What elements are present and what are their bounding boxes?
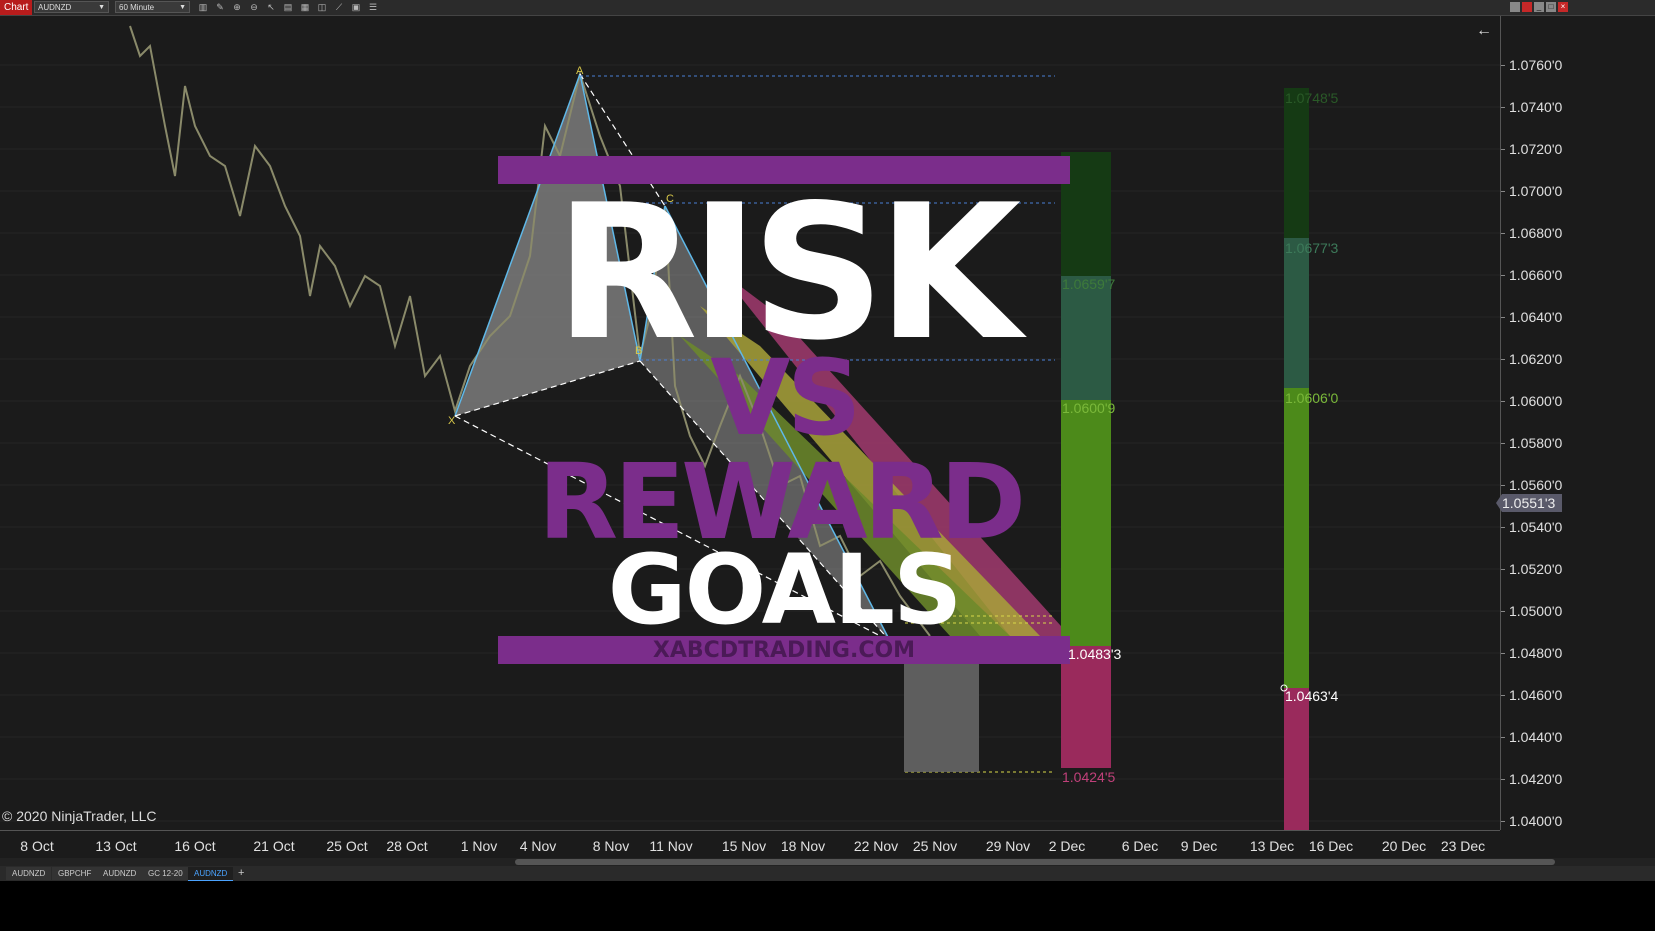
price-tick: 1.0640'0 xyxy=(1500,309,1563,325)
time-tick: 13 Dec xyxy=(1249,838,1295,854)
minimize-button[interactable]: _ xyxy=(1534,2,1544,12)
chevron-down-icon: ▼ xyxy=(179,4,186,11)
target-zone-r2 xyxy=(1284,238,1309,388)
instrument-value: AUDNZD xyxy=(38,3,72,12)
chevron-down-icon: ▼ xyxy=(98,4,105,11)
current-price-marker: 1.0551'3 xyxy=(1496,494,1562,512)
time-tick: 4 Nov xyxy=(519,838,557,854)
price-tick: 1.0680'0 xyxy=(1500,225,1563,241)
overlay-vs-text: VS xyxy=(710,337,861,459)
price-tick: 1.0520'0 xyxy=(1500,561,1563,577)
price-tick: 1.0660'0 xyxy=(1500,267,1563,283)
properties-icon[interactable]: ▤ xyxy=(283,2,293,12)
stop-zone-left xyxy=(1061,646,1111,768)
add-tab-button[interactable]: + xyxy=(232,867,250,880)
level-label: 1.0424'5 xyxy=(1062,769,1116,785)
instrument-selector[interactable]: AUDNZD ▼ xyxy=(34,1,109,13)
time-tick: 15 Nov xyxy=(721,838,767,854)
price-tick: 1.0700'0 xyxy=(1500,183,1563,199)
bars-icon[interactable]: ▥ xyxy=(198,2,208,12)
calculator-icon[interactable]: ▣ xyxy=(351,2,361,12)
templates-icon[interactable]: ▦ xyxy=(300,2,310,12)
overlay-goals-text: GOALS xyxy=(607,534,962,646)
target-zone-r3 xyxy=(1284,388,1309,688)
tab-gc-12-20[interactable]: GC 12-20 xyxy=(142,867,189,880)
tab-gbpchf[interactable]: GBPCHF xyxy=(52,867,98,880)
point-x-label: X xyxy=(448,415,456,427)
price-tick: 1.0620'0 xyxy=(1500,351,1563,367)
price-tick: 1.0720'0 xyxy=(1500,141,1563,157)
tab-audnzd[interactable]: AUDNZD xyxy=(6,867,52,880)
time-tick: 8 Nov xyxy=(592,838,630,854)
level-label: 1.0659'7 xyxy=(1062,276,1116,292)
time-tick: 25 Nov xyxy=(912,838,958,854)
stop-zone-right xyxy=(1284,688,1309,830)
price-tick: 1.0460'0 xyxy=(1500,687,1563,703)
time-axis[interactable]: 8 Oct 13 Oct 16 Oct 21 Oct 25 Oct 28 Oct… xyxy=(0,830,1500,859)
list-icon[interactable]: ☰ xyxy=(368,2,378,12)
chart-toolbar: Chart AUDNZD ▼ 60 Minute ▼ ▥ ✎ ⊕ ⊖ ↖ ▤ ▦ ◫… xyxy=(0,0,1655,16)
time-tick: 20 Dec xyxy=(1381,838,1427,854)
time-tick: 6 Dec xyxy=(1121,838,1159,854)
time-tick: 16 Dec xyxy=(1308,838,1354,854)
time-tick: 1 Nov xyxy=(460,838,498,854)
interval-selector[interactable]: 60 Minute ▼ xyxy=(115,1,190,13)
time-tick: 2 Dec xyxy=(1048,838,1086,854)
level-label: 1.0600'9 xyxy=(1062,400,1116,416)
letterbox-bar xyxy=(0,881,1655,931)
zoom-in-icon[interactable]: ⊕ xyxy=(232,2,242,12)
close-button[interactable]: × xyxy=(1558,2,1568,12)
price-tick: 1.0420'0 xyxy=(1500,771,1563,787)
time-tick: 8 Oct xyxy=(20,838,54,854)
tab-audnzd[interactable]: AUDNZD xyxy=(97,867,143,880)
copyright-text: © 2020 NinjaTrader, LLC xyxy=(2,808,157,824)
time-tick: 22 Nov xyxy=(853,838,899,854)
maximize-button[interactable]: □ xyxy=(1546,2,1556,12)
chart-window-label: Chart xyxy=(0,0,33,15)
time-tick: 23 Dec xyxy=(1440,838,1486,854)
level-label: 1.0748'5 xyxy=(1285,90,1339,106)
level-label: 1.0463'4 xyxy=(1285,688,1339,704)
price-tick: 1.0580'0 xyxy=(1500,435,1563,451)
snapshot-icon[interactable]: ◫ xyxy=(317,2,327,12)
scrollbar-thumb[interactable] xyxy=(515,859,1555,865)
price-tick: 1.0400'0 xyxy=(1500,813,1563,829)
time-tick: 9 Dec xyxy=(1180,838,1218,854)
time-tick: 13 Oct xyxy=(95,838,137,854)
time-tick: 28 Oct xyxy=(386,838,428,854)
level-label: 1.0606'0 xyxy=(1285,390,1339,406)
time-tick: 18 Nov xyxy=(780,838,826,854)
draw-icon[interactable]: ✎ xyxy=(215,2,225,12)
price-tick: 1.0560'0 xyxy=(1500,477,1563,493)
price-tick: 1.0600'0 xyxy=(1500,393,1563,409)
level-label: 1.0677'3 xyxy=(1285,240,1339,256)
interval-value: 60 Minute xyxy=(119,3,155,12)
price-tick: 1.0540'0 xyxy=(1500,519,1563,535)
level-label: 1.0483'3 xyxy=(1068,646,1122,662)
back-arrow-icon[interactable]: ← xyxy=(1476,22,1492,40)
horizontal-scrollbar[interactable] xyxy=(0,858,1655,866)
time-tick: 21 Oct xyxy=(253,838,295,854)
time-tick: 29 Nov xyxy=(985,838,1031,854)
price-tick: 1.0500'0 xyxy=(1500,603,1563,619)
time-tick: 25 Oct xyxy=(326,838,368,854)
price-tick: 1.0760'0 xyxy=(1500,57,1563,73)
time-tick: 11 Nov xyxy=(649,838,693,854)
time-tick: 16 Oct xyxy=(174,838,216,854)
price-axis[interactable]: 1.0760'0 1.0740'0 1.0720'0 1.0700'0 1.06… xyxy=(1500,16,1655,830)
price-tick: 1.0440'0 xyxy=(1500,729,1563,745)
overlay-site-text: XABCDTRADING.COM xyxy=(652,638,916,663)
price-tick: 1.0740'0 xyxy=(1500,99,1563,115)
point-a-label: A xyxy=(576,65,584,77)
price-tick: 1.0480'0 xyxy=(1500,645,1563,661)
pointer-icon[interactable]: ↖ xyxy=(266,2,276,12)
pin-button[interactable] xyxy=(1510,2,1520,12)
link-button[interactable] xyxy=(1522,2,1532,12)
target-zone-r1 xyxy=(1284,88,1309,238)
zoom-out-icon[interactable]: ⊖ xyxy=(249,2,259,12)
strategy-icon[interactable]: ⟋ xyxy=(334,2,344,12)
chart-tab-bar: AUDNZD GBPCHF AUDNZD GC 12-20 AUDNZD + xyxy=(0,866,1655,882)
risk-box xyxy=(904,646,979,772)
tab-audnzd-active[interactable]: AUDNZD xyxy=(188,867,234,882)
